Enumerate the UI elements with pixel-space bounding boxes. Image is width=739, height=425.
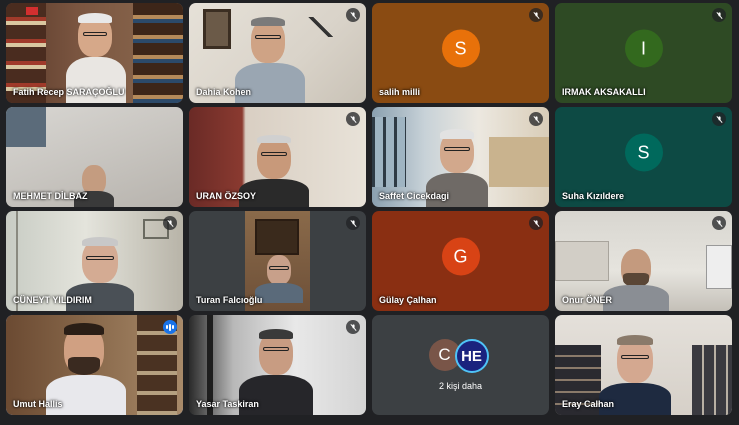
participant-tile[interactable]: Eray Calhan — [555, 315, 732, 415]
participant-name: Suha Kızıldere — [562, 191, 625, 201]
participant-name: IRMAK AKSAKALLI — [562, 87, 646, 97]
participant-tile[interactable]: URAN ÖZSOY — [189, 107, 366, 207]
participant-tile[interactable]: MEHMET DİLBAZ — [6, 107, 183, 207]
participant-name: Umut Hallis — [13, 399, 63, 409]
avatar: S — [441, 29, 480, 68]
participant-tile[interactable]: S salih milli — [372, 3, 549, 103]
avatar: HE — [454, 339, 489, 373]
participant-tile[interactable]: Saffet Cicekdagi — [372, 107, 549, 207]
mic-off-icon — [346, 320, 360, 334]
participant-tile[interactable]: S Suha Kızıldere — [555, 107, 732, 207]
mic-off-icon — [712, 112, 726, 126]
participant-tile[interactable]: Yasar Taskiran — [189, 315, 366, 415]
mic-off-icon — [712, 216, 726, 230]
more-participants-label: 2 kişi daha — [438, 381, 483, 391]
participant-name: Saffet Cicekdagi — [379, 191, 450, 201]
avatar: G — [441, 237, 480, 276]
mic-off-icon — [346, 112, 360, 126]
participant-tile[interactable]: Dahia Kohen — [189, 3, 366, 103]
mic-off-icon — [163, 216, 177, 230]
participant-tile[interactable]: Onur ÖNER — [555, 211, 732, 311]
participant-name: Turan Falcıoğlu — [196, 295, 263, 305]
participant-tile[interactable]: Umut Hallis — [6, 315, 183, 415]
more-participants-tile[interactable]: C HE 2 kişi daha — [372, 315, 549, 415]
mic-off-icon — [529, 8, 543, 22]
participant-name: Eray Calhan — [562, 399, 615, 409]
mic-off-icon — [529, 216, 543, 230]
participant-name: CÜNEYT YILDIRIM — [13, 295, 92, 305]
participant-name: MEHMET DİLBAZ — [13, 191, 88, 201]
participant-name: Fatih Recep SARAÇOĞLU — [13, 87, 125, 97]
participant-tile[interactable]: CÜNEYT YILDIRIM — [6, 211, 183, 311]
mic-off-icon — [712, 8, 726, 22]
participant-name: Onur ÖNER — [562, 295, 613, 305]
participant-name: Yasar Taskiran — [196, 399, 259, 409]
audio-level-icon — [163, 320, 177, 334]
mic-off-icon — [529, 112, 543, 126]
participant-name: Dahia Kohen — [196, 87, 252, 97]
avatar: I — [624, 29, 663, 68]
participant-tile[interactable]: Turan Falcıoğlu — [189, 211, 366, 311]
mic-off-icon — [346, 8, 360, 22]
participant-name: salih milli — [379, 87, 421, 97]
participant-tile[interactable]: I IRMAK AKSAKALLI — [555, 3, 732, 103]
mic-off-icon — [346, 216, 360, 230]
avatar: S — [624, 133, 663, 172]
participant-grid: Fatih Recep SARAÇOĞLU Dahia Kohen S sali… — [6, 3, 732, 419]
more-participants-avatars: C HE — [428, 339, 493, 373]
participant-name: URAN ÖZSOY — [196, 191, 257, 201]
participant-tile[interactable]: Fatih Recep SARAÇOĞLU — [6, 3, 183, 103]
participant-tile[interactable]: G Gülay Çalhan — [372, 211, 549, 311]
participant-name: Gülay Çalhan — [379, 295, 437, 305]
